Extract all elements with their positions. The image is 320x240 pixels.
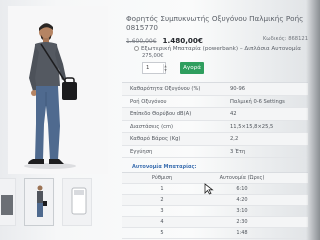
monitor-bezel-shadow	[306, 0, 320, 240]
quantity-input[interactable]: 1 ▲ ▼	[142, 62, 167, 74]
buy-button[interactable]: Αγορά	[180, 62, 204, 74]
product-gallery	[0, 0, 112, 240]
spec-name: Επίπεδο Θορύβου dB(A)	[130, 111, 192, 117]
thumbnail-device[interactable]	[62, 178, 92, 226]
spec-name: Καθαρότητα Οξυγόνου (%)	[130, 86, 201, 92]
product-details: Φορητός Συμπυκνωτής Οξυγόνου Παλμικής Ρο…	[122, 0, 312, 240]
spec-value: 90-96	[230, 86, 246, 92]
spec-row: Καθαρότητα Οξυγόνου (%) 90-96	[122, 83, 308, 96]
old-price: 1.600,00€	[126, 38, 157, 45]
battery-hours: 1:48	[236, 230, 248, 236]
spec-name: Ροή Οξυγόνου	[130, 98, 167, 105]
thumbnail-person[interactable]	[24, 178, 54, 226]
product-title: Φορητός Συμπυκνωτής Οξυγόνου Παλμικής Ρο…	[126, 14, 304, 32]
product-main-photo[interactable]	[8, 6, 108, 174]
thumbnail-strip	[0, 178, 118, 226]
option-radio[interactable]	[134, 46, 139, 51]
mouse-cursor-icon	[204, 183, 214, 195]
spec-name: Εγγύηση	[130, 148, 153, 155]
battery-col-setting: Ρύθμιση	[151, 175, 173, 181]
quantity-stepper[interactable]: ▲ ▼	[163, 64, 167, 73]
battery-heading: Αυτονομία Μπαταρίας:	[132, 164, 197, 170]
price-row: 1.600,00€ 1.480,00€ Κωδικός: 868121	[126, 36, 308, 45]
product-code: Κωδικός: 868121	[262, 36, 308, 42]
battery-setting: 1	[160, 186, 164, 192]
option-price: 275,00€	[142, 53, 164, 59]
spec-value: 3 Έτη	[230, 148, 246, 155]
battery-row: 4 2:30	[122, 217, 308, 228]
spec-value: 11,5×15,8×25,5	[230, 123, 274, 130]
quantity-value: 1	[146, 65, 150, 71]
spec-row: Επίπεδο Θορύβου dB(A) 42	[122, 108, 308, 121]
battery-row: 3 3:10	[122, 206, 308, 217]
spec-name: Διαστάσεις (cm)	[130, 123, 174, 130]
spec-value: 42	[230, 111, 237, 117]
spec-row: Διαστάσεις (cm) 11,5×15,8×25,5	[122, 121, 308, 133]
battery-col-hours: Αυτονομία (Ώρες)	[219, 175, 265, 181]
battery-setting: 5	[160, 230, 164, 236]
spec-name: Καθαρό Βάρος (Kg)	[130, 136, 181, 142]
battery-hours: 2:30	[236, 219, 248, 225]
spec-row: Εγγύηση 3 Έτη	[122, 146, 308, 158]
option-label: Εξωτερική Μπαταρία (powerbank) – Διπλάσι…	[141, 46, 301, 52]
spec-value: 2,2	[230, 136, 239, 142]
spec-row: Καθαρό Βάρος (Kg) 2,2	[122, 133, 308, 146]
battery-row: 2 4:20	[122, 195, 308, 206]
battery-table: Ρύθμιση Αυτονομία (Ώρες) 1 6:10 2 4:20 3 3:10…	[122, 172, 308, 239]
battery-setting: 3	[160, 208, 164, 214]
thumbnail-device-left[interactable]	[0, 178, 16, 226]
battery-hours: 6:10	[236, 186, 248, 192]
battery-setting: 4	[160, 219, 164, 225]
battery-row: 5 1:48	[122, 228, 308, 239]
battery-hours: 4:20	[236, 197, 248, 203]
battery-row: 1 6:10	[122, 184, 308, 195]
new-price: 1.480,00€	[162, 36, 203, 45]
specs-table: Καθαρότητα Οξυγόνου (%) 90-96 Ροή Οξυγόνου…	[122, 82, 308, 158]
spec-row: Ροή Οξυγόνου Παλμική 0-6 Settings	[122, 96, 308, 108]
spec-value: Παλμική 0-6 Settings	[230, 98, 285, 105]
powerbank-option[interactable]: Εξωτερική Μπαταρία (powerbank) – Διπλάσι…	[134, 46, 310, 52]
battery-table-header: Ρύθμιση Αυτονομία (Ώρες)	[122, 173, 308, 184]
battery-hours: 3:10	[236, 208, 248, 214]
battery-setting: 2	[160, 197, 164, 203]
product-page: Φορητός Συμπυκνωτής Οξυγόνου Παλμικής Ρο…	[0, 0, 320, 240]
